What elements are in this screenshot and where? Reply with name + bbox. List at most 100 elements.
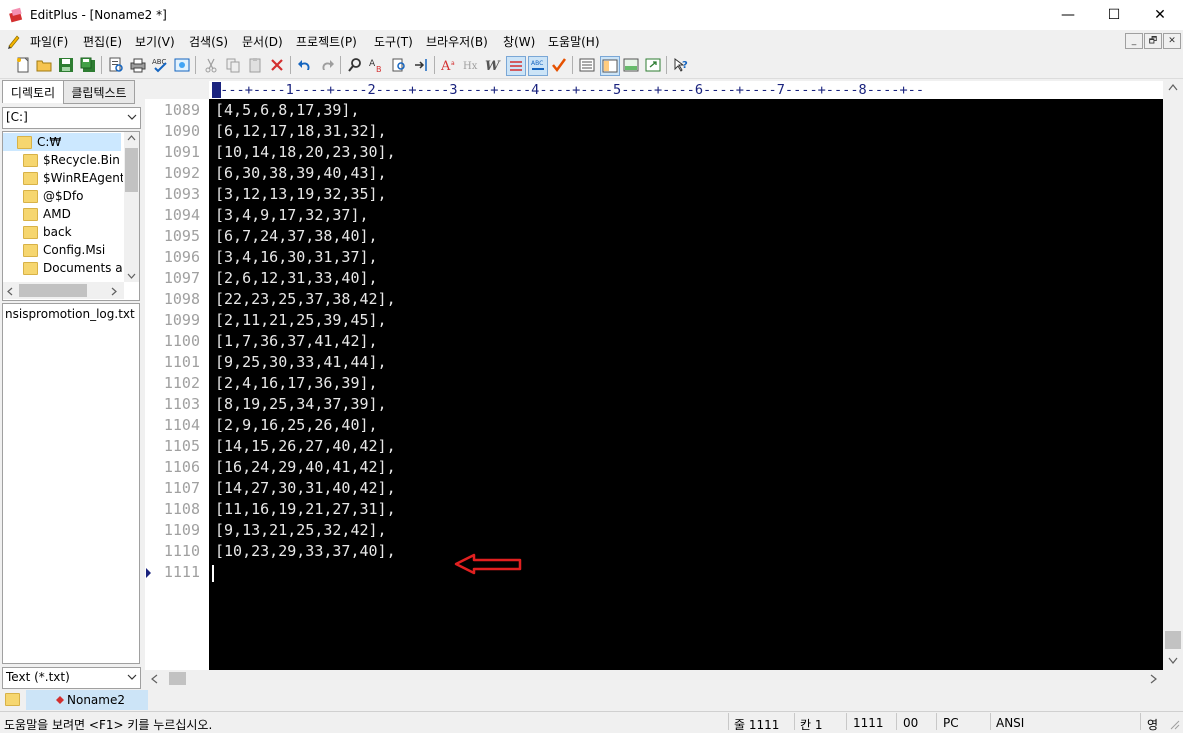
scroll-down-icon[interactable] <box>1168 657 1178 664</box>
fullscreen-icon[interactable] <box>644 56 662 74</box>
code-line[interactable]: [6,30,38,39,40,43], <box>215 163 387 184</box>
tree-hscroll-thumb[interactable] <box>19 284 87 297</box>
replace-icon[interactable]: AB <box>368 56 386 74</box>
status-column[interactable]: 칸 1 <box>800 716 823 733</box>
menu-project[interactable]: 프로젝트(P) <box>296 33 357 50</box>
save-all-icon[interactable] <box>79 56 97 74</box>
line-number-toggle-icon[interactable] <box>506 56 526 76</box>
font-icon[interactable]: Aa <box>440 56 458 74</box>
code-line[interactable]: [2,4,16,17,36,39], <box>215 373 378 394</box>
tree-vertical-scrollbar[interactable] <box>124 132 139 282</box>
redo-icon[interactable] <box>318 56 336 74</box>
word-wrap-icon[interactable]: W <box>484 56 502 74</box>
code-line[interactable]: [2,11,21,25,39,45], <box>215 310 387 331</box>
delete-icon[interactable] <box>268 56 286 74</box>
context-help-icon[interactable]: ? <box>672 56 690 74</box>
menu-view[interactable]: 보기(V) <box>135 33 175 50</box>
directory-window-icon[interactable] <box>578 56 596 74</box>
save-icon[interactable] <box>57 56 75 74</box>
menu-browser[interactable]: 브라우저(B) <box>426 33 488 50</box>
output-window-icon[interactable] <box>622 56 640 74</box>
mdi-minimize-button[interactable]: _ <box>1125 33 1143 49</box>
copy-icon[interactable] <box>224 56 242 74</box>
tree-item[interactable]: C:₩ <box>3 133 121 151</box>
editor-scroll-thumb[interactable] <box>1165 631 1181 649</box>
menu-window[interactable]: 창(W) <box>503 33 535 50</box>
tree-item[interactable]: $WinREAgent <box>3 169 123 187</box>
code-line[interactable]: [14,15,26,27,40,42], <box>215 436 396 457</box>
code-line[interactable]: [10,14,18,20,23,30], <box>215 142 396 163</box>
scroll-left-icon[interactable] <box>7 287 13 296</box>
browser-preview-icon[interactable] <box>173 56 191 74</box>
code-line[interactable]: [6,7,24,37,38,40], <box>215 226 378 247</box>
drive-select[interactable]: [C:] <box>2 107 141 129</box>
goto-line-icon[interactable] <box>412 56 430 74</box>
scroll-right-icon[interactable] <box>111 287 117 296</box>
tab-directory[interactable]: 디렉토리 <box>2 80 64 103</box>
code-line[interactable]: [2,9,16,25,26,40], <box>215 415 378 436</box>
resize-grip-icon[interactable] <box>1168 718 1180 730</box>
paste-icon[interactable] <box>246 56 264 74</box>
mdi-close-button[interactable]: ✕ <box>1163 33 1181 49</box>
document-tab-noname2[interactable]: Noname2 <box>26 690 148 710</box>
scroll-down-icon[interactable] <box>127 273 136 279</box>
code-line[interactable]: [9,13,21,25,32,42], <box>215 520 387 541</box>
tree-item[interactable]: back <box>3 223 123 241</box>
mdi-restore-button[interactable]: 🗗 <box>1144 33 1162 49</box>
scroll-up-icon[interactable] <box>127 135 136 141</box>
print-preview-icon[interactable] <box>107 56 125 74</box>
open-folder-icon[interactable] <box>35 56 53 74</box>
menu-file[interactable]: 파일(F) <box>30 33 68 50</box>
menu-tools[interactable]: 도구(T) <box>374 33 413 50</box>
code-line[interactable]: [8,19,25,34,37,39], <box>215 394 387 415</box>
hex-viewer-icon[interactable]: Hx <box>462 56 480 74</box>
tree-horizontal-scrollbar[interactable] <box>3 282 124 299</box>
print-icon[interactable] <box>129 56 147 74</box>
file-list[interactable]: nsispromotion_log.txt <box>2 303 140 664</box>
undo-icon[interactable] <box>296 56 314 74</box>
ruler-toggle-icon[interactable]: ABC <box>528 56 548 76</box>
close-button[interactable]: ✕ <box>1137 0 1183 30</box>
code-line[interactable]: [22,23,25,37,38,42], <box>215 289 396 310</box>
maximize-button[interactable]: ☐ <box>1091 0 1137 30</box>
scroll-right-icon[interactable] <box>1150 674 1157 684</box>
tree-item[interactable]: Config.Msi <box>3 241 123 259</box>
checkmark-icon[interactable] <box>550 56 568 74</box>
cut-icon[interactable] <box>202 56 220 74</box>
tree-item[interactable]: Documents an <box>3 259 123 277</box>
new-file-icon[interactable] <box>14 56 32 74</box>
file-type-select[interactable]: Text (*.txt) <box>2 667 141 689</box>
scroll-left-icon[interactable] <box>151 674 158 684</box>
editor-vertical-scrollbar[interactable] <box>1163 81 1183 670</box>
code-line[interactable]: [3,12,13,19,32,35], <box>215 184 387 205</box>
tree-scroll-thumb[interactable] <box>125 148 138 192</box>
find-in-files-icon[interactable] <box>390 56 408 74</box>
tree-item[interactable]: @$Dfo <box>3 187 123 205</box>
menu-edit[interactable]: 편집(E) <box>83 33 122 50</box>
tree-item[interactable]: $Recycle.Bin <box>3 151 123 169</box>
tab-cliptext[interactable]: 클립텍스트 <box>63 80 135 104</box>
status-line[interactable]: 줄 1111 <box>734 716 779 733</box>
code-line[interactable]: [6,12,17,18,31,32], <box>215 121 387 142</box>
folder-tree[interactable]: C:₩ $Recycle.Bin $WinREAgent @$Dfo AMD b… <box>2 131 140 301</box>
scroll-up-icon[interactable] <box>1168 84 1178 91</box>
code-line[interactable]: [3,4,9,17,32,37], <box>215 205 369 226</box>
menu-document[interactable]: 문서(D) <box>242 33 283 50</box>
code-line[interactable]: [1,7,36,37,41,42], <box>215 331 378 352</box>
status-line-ending[interactable]: PC <box>943 716 959 730</box>
code-line[interactable]: [10,23,29,33,37,40], <box>215 541 396 562</box>
code-line[interactable]: [14,27,30,31,40,42], <box>215 478 396 499</box>
file-list-item[interactable]: nsispromotion_log.txt <box>5 307 135 321</box>
menu-search[interactable]: 검색(S) <box>189 33 228 50</box>
minimize-button[interactable]: — <box>1045 0 1091 30</box>
code-line[interactable]: [2,6,12,31,33,40], <box>215 268 378 289</box>
status-encoding[interactable]: ANSI <box>996 716 1024 730</box>
code-line[interactable]: [4,5,6,8,17,39], <box>215 100 360 121</box>
code-line[interactable]: [16,24,29,40,41,42], <box>215 457 396 478</box>
editor-text-area[interactable]: [4,5,6,8,17,39], [6,12,17,18,31,32], [10,1… <box>209 99 1163 670</box>
code-line[interactable]: [11,16,19,21,27,31], <box>215 499 396 520</box>
cliptext-window-icon[interactable] <box>600 56 620 76</box>
find-icon[interactable] <box>346 56 364 74</box>
code-line[interactable]: [9,25,30,33,41,44], <box>215 352 387 373</box>
spell-check-icon[interactable]: ABC <box>151 56 169 74</box>
